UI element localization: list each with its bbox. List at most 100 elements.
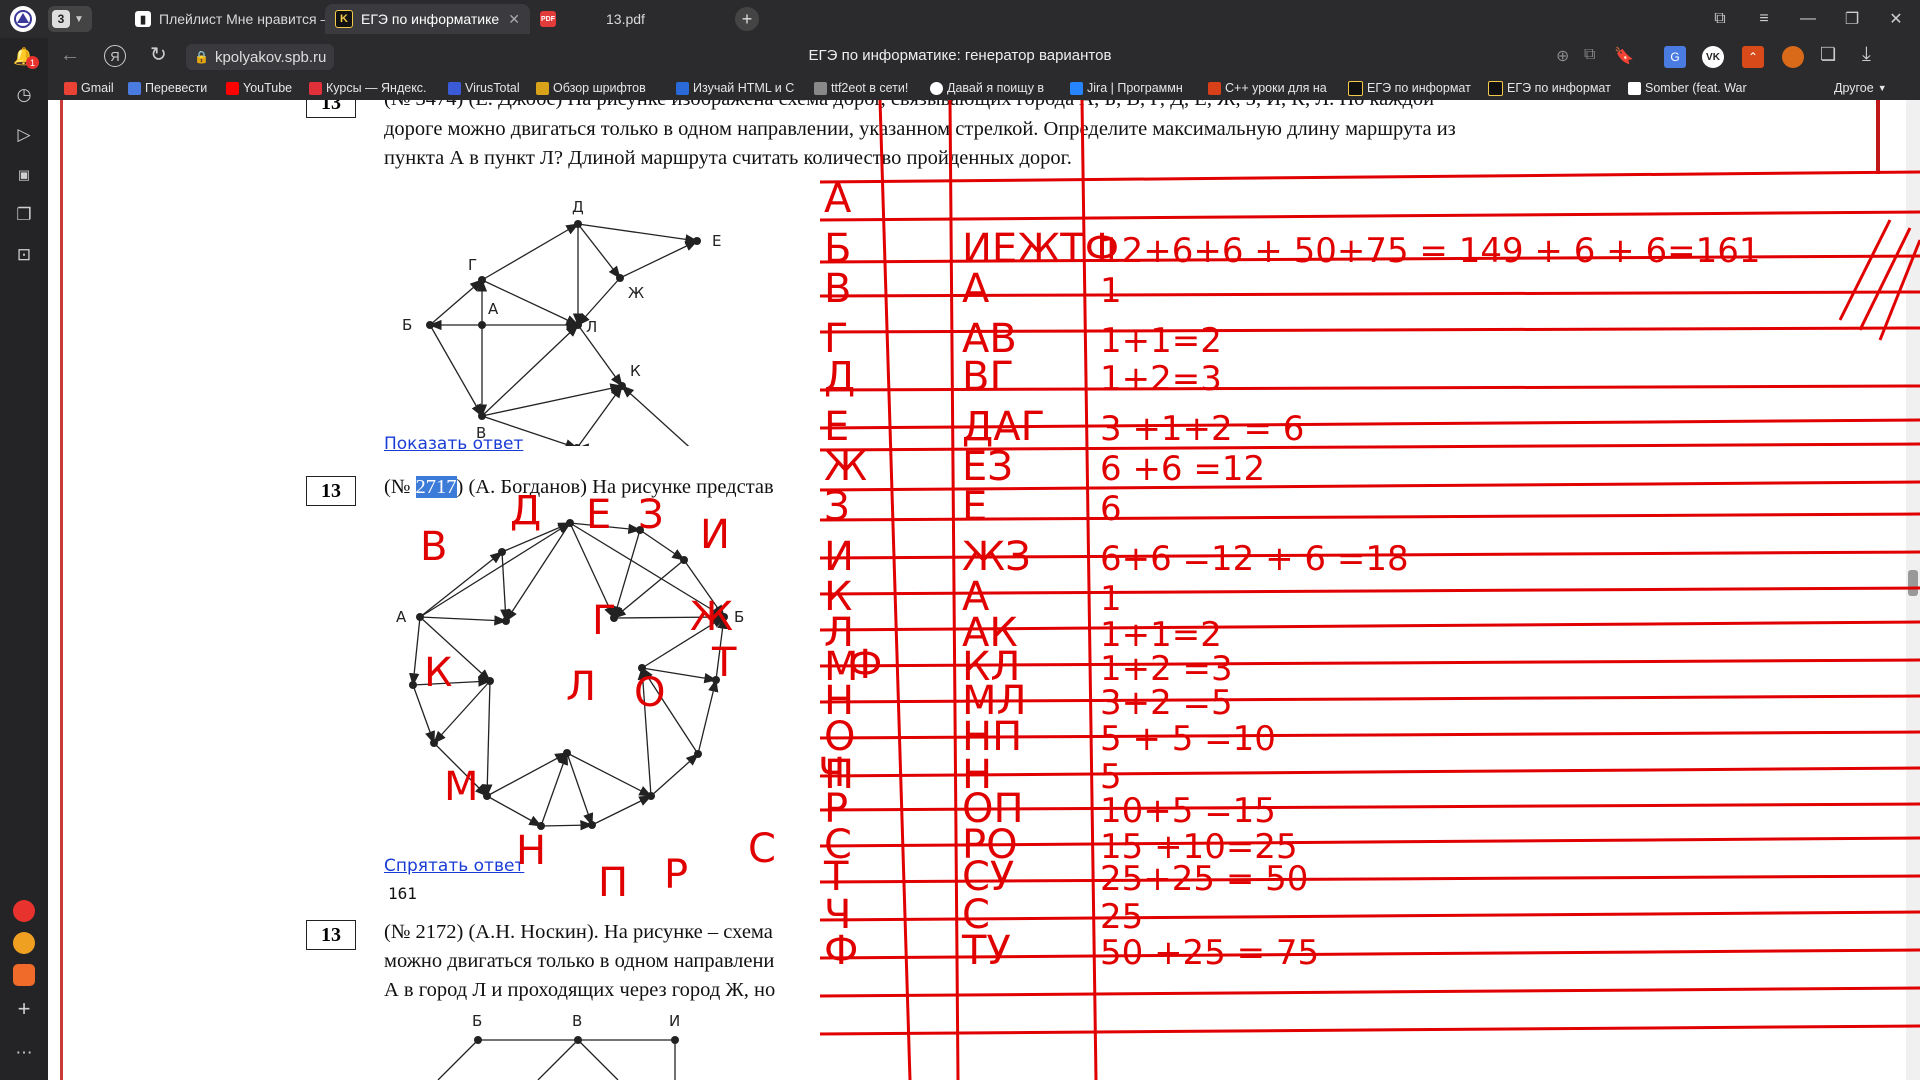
handwritten-table: АБ ИЕЖТФ12+6+6 + 50+75 = 149 + 6 + 6=161В…	[819, 100, 1920, 1080]
bookmarks-bar: Gmail Перевести YouTube Курсы — Яндекс. …	[0, 76, 1920, 100]
handwritten-graph-letter: Н	[516, 828, 546, 874]
tab-playlist[interactable]: ▮ Плейлист Мне нравится —	[125, 4, 325, 34]
extension-ball-icon[interactable]	[1782, 46, 1804, 68]
handwritten-graph-letter: З	[638, 492, 664, 538]
handwritten-graph-letter: Ж	[690, 594, 733, 640]
handwritten-graph-letter: М	[444, 764, 479, 810]
chevron-down-icon: ▼	[74, 13, 84, 25]
handwritten-graph-letter: С	[748, 826, 776, 872]
table-predecessors: ТУ	[961, 928, 1011, 974]
handwritten-graph-letter: И	[700, 512, 730, 558]
history-icon[interactable]: ◷	[9, 80, 39, 110]
url-pill[interactable]: 🔒 kpolyakov.spb.ru	[186, 44, 335, 70]
table-calculation: 25	[1100, 897, 1143, 937]
table-predecessors: Е	[962, 484, 987, 530]
tab-title: 13.pdf	[606, 11, 645, 27]
bookmark-jira[interactable]: Jira | Программн	[1070, 79, 1194, 97]
menu-icon[interactable]: ≡	[1744, 6, 1784, 32]
bookmark-gmail[interactable]: Gmail	[64, 79, 126, 97]
browser-logo-icon[interactable]	[10, 6, 36, 32]
collections-icon[interactable]: ❐	[9, 200, 39, 230]
chevron-down-icon: ▼	[1877, 83, 1887, 93]
bookmark-cpp[interactable]: C++ уроки для на	[1208, 79, 1334, 97]
bookmark-google[interactable]: Давай я поищу в	[930, 79, 1056, 97]
handwritten-graph-letter: Д	[510, 488, 541, 534]
collections-icon[interactable]: ❏	[1820, 44, 1836, 65]
screenshot-icon[interactable]: ⊡	[9, 240, 39, 270]
new-tab-button[interactable]: +	[735, 7, 759, 31]
bookmarks-more[interactable]: Другое ▼	[1834, 79, 1904, 97]
bookmark-ege-2[interactable]: ЕГЭ по информат	[1488, 79, 1614, 97]
table-calculation: 3+2 =5	[1100, 683, 1233, 723]
handwritten-graph-letter: Т	[711, 640, 737, 686]
tab-count-badge: 3	[52, 10, 70, 28]
table-vertex: В	[824, 266, 851, 312]
table-calculation: 1+1=2	[1100, 321, 1222, 361]
messenger-icon[interactable]	[9, 960, 39, 990]
k-icon	[1348, 80, 1363, 96]
youtube-icon	[226, 81, 239, 95]
bookmark-icon[interactable]: 🔖	[1614, 46, 1634, 66]
bookmark-ege-1[interactable]: ЕГЭ по информат	[1348, 79, 1474, 97]
more-icon[interactable]: ⋯	[9, 1038, 39, 1068]
tab-kpolyakov[interactable]: K ЕГЭ по информатике: г ✕	[325, 4, 530, 34]
handwritten-graph-letter: О	[634, 670, 665, 716]
translate-icon[interactable]: G	[1664, 46, 1686, 68]
table-calculation: 1	[1100, 271, 1122, 311]
close-window-icon[interactable]: ✕	[1876, 6, 1916, 32]
bookmark-translate[interactable]: Перевести	[128, 79, 218, 97]
notification-badge: 1	[26, 56, 39, 69]
extension-icon[interactable]: ⧉	[1584, 46, 1595, 64]
bookmark-youtube[interactable]: YouTube	[226, 79, 306, 97]
table-calculation: 12+6+6 + 50+75 = 149 + 6 + 6=161	[1100, 231, 1760, 271]
k-icon	[1488, 80, 1503, 96]
handwritten-graph-letter: П	[598, 860, 628, 906]
table-calculation: 6+6 =12 + 6 =18	[1100, 539, 1409, 579]
virustotal-icon	[448, 81, 461, 95]
bookmark-html[interactable]: Изучай HTML и С	[676, 79, 800, 97]
bookmark-manager-icon[interactable]: ⧉	[1700, 6, 1740, 32]
google-icon	[930, 81, 943, 95]
table-vertex: Д	[824, 354, 855, 400]
yandex-market-icon[interactable]	[9, 896, 39, 926]
yandex-icon[interactable]: Я	[104, 45, 126, 67]
handwritten-graph-letter: Е	[586, 492, 611, 538]
translate-icon	[128, 81, 141, 95]
url-text: kpolyakov.spb.ru	[214, 48, 327, 66]
minimize-icon[interactable]: —	[1788, 6, 1828, 32]
page-title: ЕГЭ по информатике: генератор вариантов	[808, 47, 1112, 64]
back-icon[interactable]: ←	[60, 44, 80, 67]
tab-group-counter[interactable]: 3 ▼	[48, 6, 92, 32]
table-calculation: 1+2=3	[1100, 359, 1222, 399]
music-icon: ▮	[135, 11, 151, 27]
table-calculation: 50 +25 = 75	[1100, 933, 1319, 973]
reload-icon[interactable]: ↻	[150, 42, 167, 67]
vk-icon[interactable]: VK	[1702, 46, 1724, 68]
gmail-icon	[64, 81, 77, 95]
tab-pdf[interactable]: PDF 13.pdf	[530, 4, 730, 34]
bookmark-courses[interactable]: Курсы — Яндекс.	[309, 79, 433, 97]
table-calculation: 6 +6 =12	[1100, 449, 1265, 489]
close-icon[interactable]: ✕	[508, 11, 520, 28]
table-predecessors: ВГ	[962, 354, 1014, 400]
browser-sidebar: 🔔 1 ◷ ▷ ▣ ❐ ⊡ + ⋯	[0, 38, 48, 1080]
notifications-icon[interactable]: 🔔 1	[9, 42, 39, 72]
extension-orange-icon[interactable]: ⌃	[1742, 46, 1764, 68]
bookmark-fonts[interactable]: Обзор шрифтов	[536, 79, 660, 97]
bookmark-virustotal[interactable]: VirusTotal	[448, 79, 538, 97]
maximize-icon[interactable]: ❐	[1832, 6, 1872, 32]
table-vertex: А	[824, 176, 852, 222]
download-icon[interactable]: ⤓	[1862, 43, 1871, 66]
bookmark-somber[interactable]: Somber (feat. War	[1628, 79, 1760, 97]
zoom-icon[interactable]: ⊕	[1556, 46, 1569, 66]
bookmark-ttf2eot[interactable]: ttf2eot в сети!	[814, 79, 924, 97]
tab-group-icon[interactable]: ▣	[9, 160, 39, 190]
table-calculation: 1	[1100, 579, 1122, 619]
handwritten-graph-letter: Г	[592, 598, 616, 644]
table-calculation: 3 +1+2 = 6	[1100, 409, 1304, 449]
music-app-icon[interactable]	[9, 928, 39, 958]
page-content: 13 (№ 3474) (Е. Джобс) На рисунке изобра…	[48, 100, 1920, 1080]
add-panel-icon[interactable]: +	[9, 994, 39, 1024]
play-icon[interactable]: ▷	[9, 120, 39, 150]
jira-icon	[1070, 81, 1083, 95]
